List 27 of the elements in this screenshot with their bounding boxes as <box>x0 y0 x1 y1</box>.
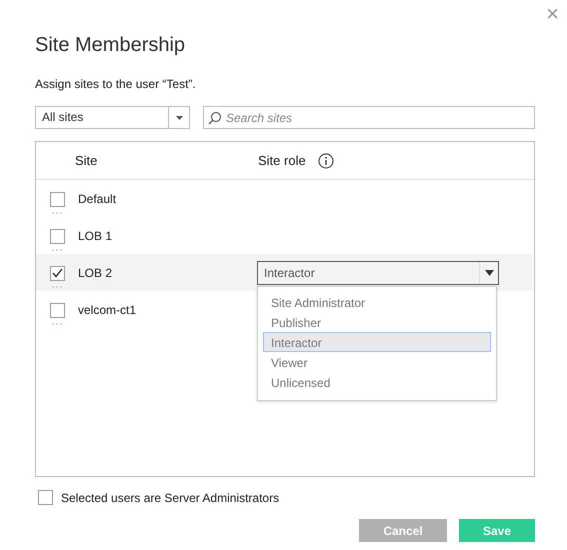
checkbox[interactable] <box>38 490 53 505</box>
dialog-title: Site Membership <box>35 33 186 58</box>
close-button[interactable]: × <box>542 2 563 26</box>
search-field[interactable]: Search sites <box>203 106 535 129</box>
info-icon[interactable] <box>318 152 334 168</box>
menu-option[interactable]: Publisher <box>263 312 491 332</box>
dialog-subtitle: Assign sites to the user “Test”. <box>35 77 197 91</box>
site-name: LOB 2 <box>78 266 114 280</box>
column-header: Site role <box>258 153 306 168</box>
menu-option[interactable]: Viewer <box>263 352 491 372</box>
menu-option[interactable]: Unlicensed <box>263 372 491 392</box>
site-role-dropdown[interactable]: Interactor <box>257 260 499 284</box>
column-header: Site <box>75 153 98 168</box>
search-icon <box>208 111 222 125</box>
site-name: velcom-ct1 <box>78 302 138 316</box>
site-name: Default <box>78 192 118 206</box>
checkbox[interactable] <box>50 266 64 280</box>
menu-option[interactable]: Interactor <box>263 332 491 352</box>
checkbox[interactable] <box>50 228 64 244</box>
checkbox-label: Selected users are Server Administrators <box>61 490 280 504</box>
caret-icon <box>484 270 494 276</box>
checkbox[interactable] <box>50 192 64 206</box>
sites-filter-dropdown[interactable]: All sites <box>35 106 190 129</box>
checkbox[interactable] <box>50 302 64 318</box>
menu-option[interactable]: Site Administrator <box>263 292 491 312</box>
site-name: LOB 1 <box>78 228 114 242</box>
caret-icon <box>176 116 182 120</box>
